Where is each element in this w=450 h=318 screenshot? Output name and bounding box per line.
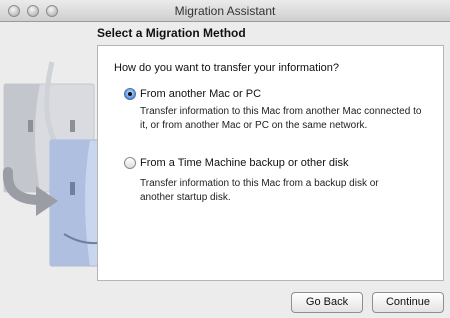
window-title: Migration Assistant xyxy=(174,4,276,18)
option-from-time-machine-label[interactable]: From a Time Machine backup or other disk xyxy=(140,157,348,169)
option-from-mac-or-pc-label[interactable]: From another Mac or PC xyxy=(140,88,261,100)
migration-method-panel: How do you want to transfer your informa… xyxy=(97,45,444,281)
radio-from-mac-or-pc[interactable] xyxy=(124,88,136,100)
go-back-button[interactable]: Go Back xyxy=(291,292,363,313)
option-from-mac-or-pc-description: Transfer information to this Mac from an… xyxy=(140,106,422,131)
radio-from-time-machine[interactable] xyxy=(124,157,136,169)
title-bar: Migration Assistant xyxy=(0,0,450,22)
page-heading: Select a Migration Method xyxy=(97,26,246,40)
continue-button[interactable]: Continue xyxy=(372,292,444,313)
option-from-time-machine-description: Transfer information to this Mac from a … xyxy=(140,178,379,203)
question-label: How do you want to transfer your informa… xyxy=(114,62,340,74)
